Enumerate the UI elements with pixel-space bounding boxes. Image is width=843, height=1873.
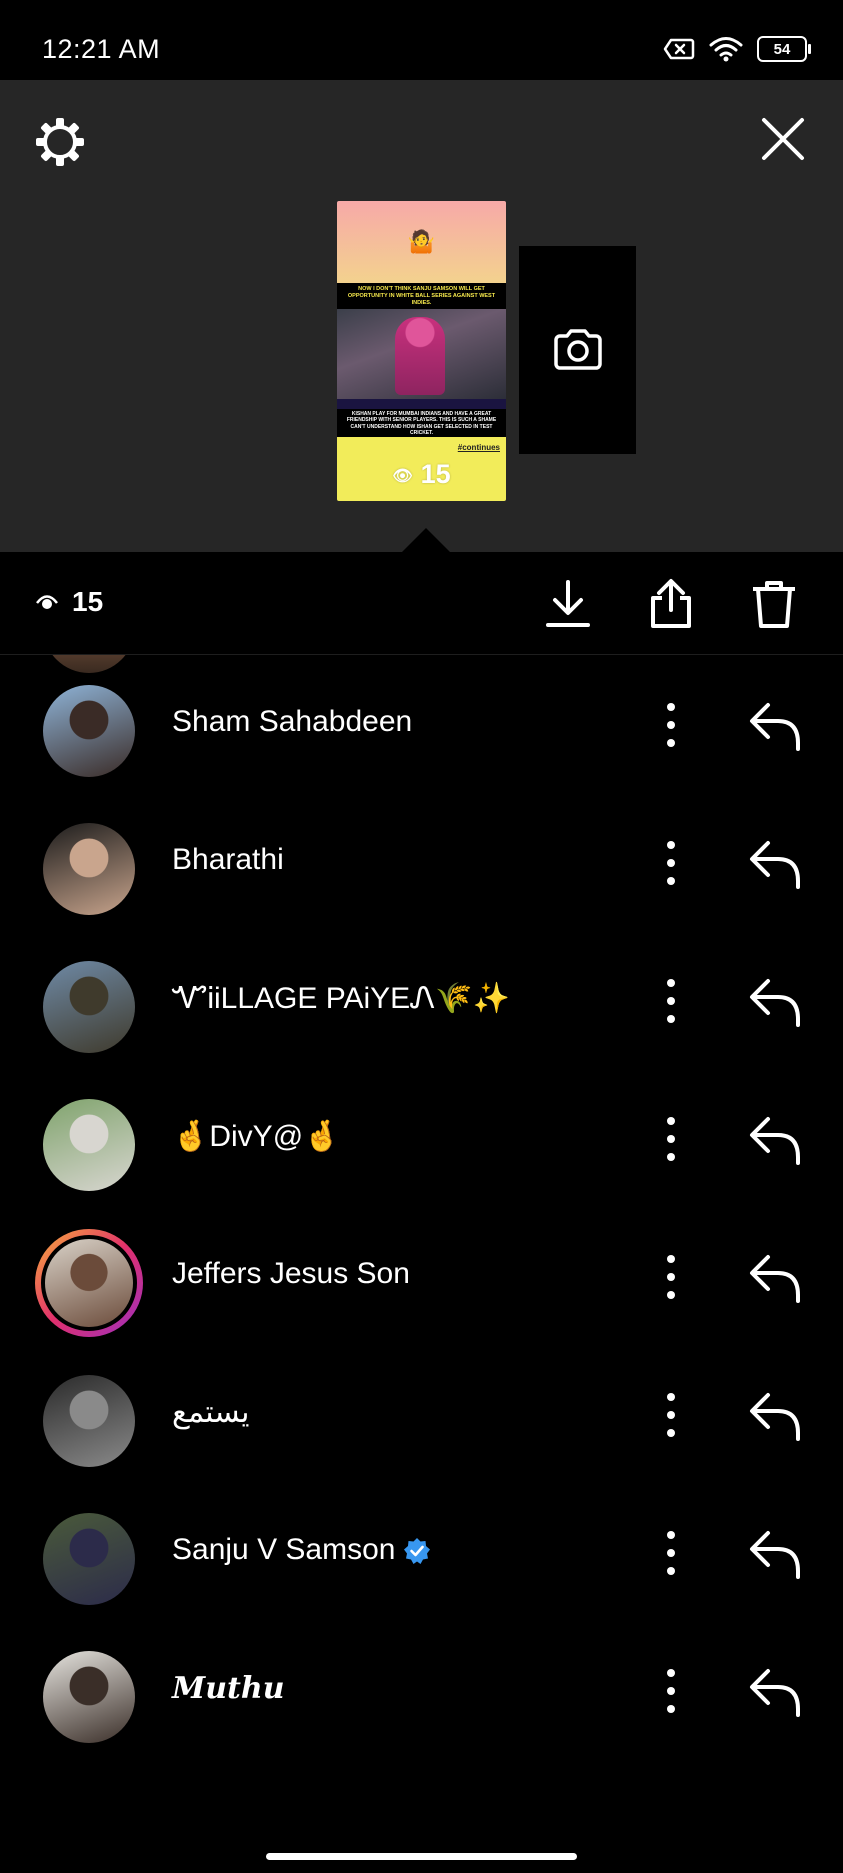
viewer-name-text: Sham Sahabdeen: [172, 705, 413, 738]
viewer-row[interactable]: يستمع: [0, 1345, 843, 1483]
viewer-name-text: Muthu: [172, 1671, 285, 1706]
verified-badge-icon: [404, 1538, 431, 1565]
viewer-name[interactable]: Muthu: [172, 1671, 285, 1706]
story-scoreboard: [337, 399, 506, 409]
reply-arrow-icon[interactable]: [748, 973, 802, 1029]
add-story-camera-button[interactable]: [519, 246, 636, 454]
viewer-row[interactable]: Bharathi: [0, 793, 843, 931]
viewer-avatar[interactable]: [43, 961, 135, 1053]
viewer-name-text: 🤞DivY@🤞: [172, 1120, 341, 1153]
reply-arrow-icon[interactable]: [748, 1525, 802, 1581]
reply-arrow-icon[interactable]: [748, 1111, 802, 1167]
story-views-number: 15: [420, 459, 451, 489]
story-emoji: 🤷: [337, 201, 506, 283]
player-figure: [395, 317, 445, 395]
viewer-name[interactable]: Jeffers Jesus Son: [172, 1257, 410, 1291]
viewer-avatar[interactable]: [43, 1513, 135, 1605]
viewer-avatar[interactable]: [43, 823, 135, 915]
story-view-count: 👁 15: [337, 459, 506, 490]
reply-arrow-icon[interactable]: [748, 1387, 802, 1443]
reply-arrow-icon[interactable]: [748, 1663, 802, 1719]
story-thumbnail[interactable]: 🤷 NOW I DON'T THINK SANJU SAMSON WILL GE…: [337, 201, 506, 501]
story-headline: NOW I DON'T THINK SANJU SAMSON WILL GET …: [337, 283, 506, 309]
story-preview-area: 🤷 NOW I DON'T THINK SANJU SAMSON WILL GE…: [0, 80, 843, 552]
viewer-name[interactable]: 🤞DivY@🤞: [172, 1119, 341, 1154]
story-caption: KISHAN PLAY FOR MUMBAI INDIANS AND HAVE …: [337, 409, 506, 437]
story-photo: [337, 309, 506, 399]
status-icons: 54: [663, 36, 811, 62]
story-action-bar: 15: [0, 552, 843, 655]
more-options-icon[interactable]: [656, 1247, 686, 1307]
viewer-name[interactable]: Bharathi: [172, 843, 284, 877]
viewer-name[interactable]: Sanju V Samson: [172, 1533, 431, 1567]
viewer-name-text: ᏉᎥiLLAGE PAiYEᏁ🌾✨: [172, 982, 510, 1015]
eye-icon: [36, 595, 58, 609]
more-options-icon[interactable]: [656, 833, 686, 893]
settings-gear-icon[interactable]: [34, 116, 86, 168]
viewer-row[interactable]: Sham Sahabdeen: [0, 655, 843, 793]
viewer-row[interactable]: Muthu: [0, 1621, 843, 1759]
viewer-name[interactable]: ᏉᎥiLLAGE PAiYEᏁ🌾✨: [172, 981, 510, 1016]
delete-trash-icon[interactable]: [749, 578, 799, 630]
viewer-avatar[interactable]: [43, 685, 135, 777]
home-indicator: [266, 1853, 577, 1860]
selection-pointer: [402, 528, 450, 552]
viewer-name-text: Bharathi: [172, 843, 284, 876]
status-time: 12:21 AM: [42, 34, 161, 64]
viewer-name[interactable]: يستمع: [172, 1395, 249, 1430]
viewer-avatar[interactable]: [43, 1099, 135, 1191]
data-off-icon: [663, 38, 695, 60]
camera-icon: [553, 329, 602, 370]
viewer-row[interactable]: Sanju V Samson: [0, 1483, 843, 1621]
viewers-list[interactable]: Sham Sahabdeen Bharathi ᏉᎥiLLAGE PAiYEᏁ🌾✨ 🤞…: [0, 655, 843, 1825]
viewer-count-number: 15: [72, 586, 104, 617]
more-options-icon[interactable]: [656, 1385, 686, 1445]
viewer-avatar-story-ring[interactable]: [35, 1229, 143, 1337]
viewer-row[interactable]: Jeffers Jesus Son: [0, 1207, 843, 1345]
more-options-icon[interactable]: [656, 1109, 686, 1169]
download-icon[interactable]: [543, 578, 593, 630]
viewer-name-text: Jeffers Jesus Son: [172, 1257, 410, 1290]
viewer-name[interactable]: Sham Sahabdeen: [172, 705, 412, 739]
wifi-icon: [709, 37, 743, 62]
viewer-count: 15: [36, 586, 103, 618]
more-options-icon[interactable]: [656, 695, 686, 755]
viewer-name-text: يستمع: [172, 1396, 250, 1429]
story-continues-tag: #continues: [457, 443, 500, 452]
viewer-row[interactable]: ᏉᎥiLLAGE PAiYEᏁ🌾✨: [0, 931, 843, 1069]
close-icon[interactable]: [760, 116, 806, 162]
viewer-row[interactable]: 🤞DivY@🤞: [0, 1069, 843, 1207]
more-options-icon[interactable]: [656, 971, 686, 1031]
battery-indicator: 54: [757, 36, 811, 62]
reply-arrow-icon[interactable]: [748, 697, 802, 753]
eye-icon: 👁: [392, 467, 413, 485]
story-footer: #continues 👁 15: [337, 437, 506, 501]
viewer-avatar: [41, 1235, 137, 1331]
reply-arrow-icon[interactable]: [748, 1249, 802, 1305]
more-options-icon[interactable]: [656, 1661, 686, 1721]
viewer-name-text: Sanju V Samson: [172, 1533, 396, 1566]
viewer-avatar[interactable]: [43, 1375, 135, 1467]
viewer-avatar[interactable]: [43, 1651, 135, 1743]
share-icon[interactable]: [646, 578, 696, 630]
more-options-icon[interactable]: [656, 1523, 686, 1583]
reply-arrow-icon[interactable]: [748, 835, 802, 891]
status-bar: 12:21 AM 54: [0, 0, 843, 80]
